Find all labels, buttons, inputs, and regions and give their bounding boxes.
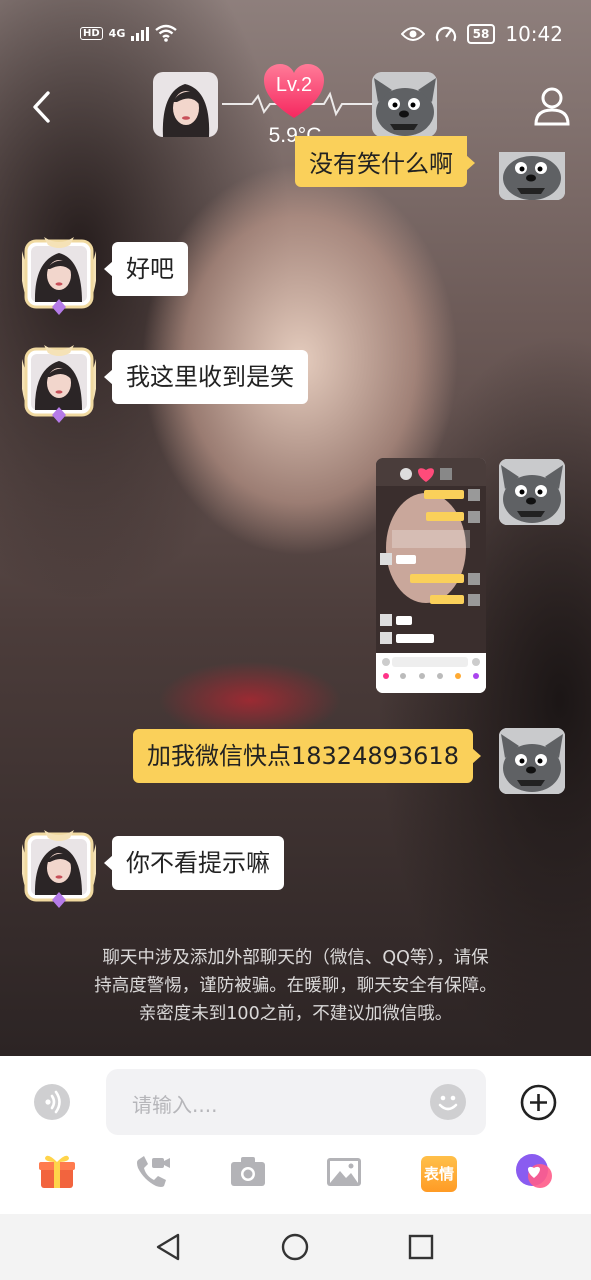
- back-arrow-icon[interactable]: [30, 90, 52, 124]
- profile-icon[interactable]: [533, 86, 571, 126]
- message-bubble-partner[interactable]: 好吧: [104, 242, 188, 296]
- self-avatar[interactable]: [499, 152, 565, 200]
- voice-input-icon[interactable]: [34, 1084, 70, 1120]
- nav-back-icon[interactable]: [154, 1232, 184, 1262]
- message-bubble-partner[interactable]: 我这里收到是笑: [104, 350, 308, 404]
- image-icon[interactable]: [324, 1152, 364, 1192]
- eye-icon: [400, 27, 425, 41]
- message-input[interactable]: 请输入....: [106, 1069, 486, 1135]
- partner-avatar[interactable]: [153, 72, 218, 137]
- intimacy-level: Lv.2: [275, 74, 313, 96]
- wifi-icon: [155, 24, 178, 42]
- system-nav-bar: [0, 1214, 591, 1280]
- input-placeholder: 请输入....: [132, 1093, 218, 1117]
- gift-icon[interactable]: [37, 1152, 77, 1192]
- self-avatar[interactable]: [499, 728, 565, 794]
- signal-icon: [131, 25, 150, 41]
- safety-notice: 聊天中涉及添加外部聊天的（微信、QQ等），请保 持高度警惕，谨防被骗。在暖聊，聊…: [94, 948, 497, 1024]
- message-bubble-self[interactable]: 没有笑什么啊: [295, 136, 475, 187]
- status-bar: HD 4G 58 10:42: [0, 18, 591, 54]
- clock: 10:42: [505, 22, 563, 46]
- sticker-icon[interactable]: 表情: [421, 1156, 457, 1192]
- message-image-screenshot[interactable]: [376, 458, 486, 693]
- input-panel: 请输入.... 表情: [0, 1056, 591, 1214]
- nav-recents-icon[interactable]: [406, 1232, 436, 1262]
- nav-home-icon[interactable]: [280, 1232, 310, 1262]
- self-avatar[interactable]: [499, 459, 565, 525]
- my-avatar[interactable]: [372, 72, 437, 137]
- video-call-icon[interactable]: [132, 1152, 172, 1192]
- camera-icon[interactable]: [228, 1152, 268, 1192]
- battery-indicator: 58: [466, 24, 496, 44]
- plus-icon[interactable]: [520, 1084, 557, 1121]
- message-bubble-self[interactable]: 加我微信快点18324893618: [133, 729, 481, 783]
- partner-avatar-frame[interactable]: [20, 237, 98, 315]
- chat-toolbar: [0, 1152, 591, 1206]
- partner-avatar-frame[interactable]: [20, 345, 98, 423]
- message-bubble-partner[interactable]: 你不看提示嘛: [104, 836, 284, 890]
- network-type: 4G: [108, 26, 126, 40]
- chat-bubble-icon[interactable]: [514, 1152, 554, 1192]
- speed-icon: [435, 26, 456, 42]
- hd-badge: HD: [80, 26, 103, 40]
- partner-avatar-frame[interactable]: [20, 830, 98, 908]
- emoji-icon[interactable]: [430, 1084, 466, 1120]
